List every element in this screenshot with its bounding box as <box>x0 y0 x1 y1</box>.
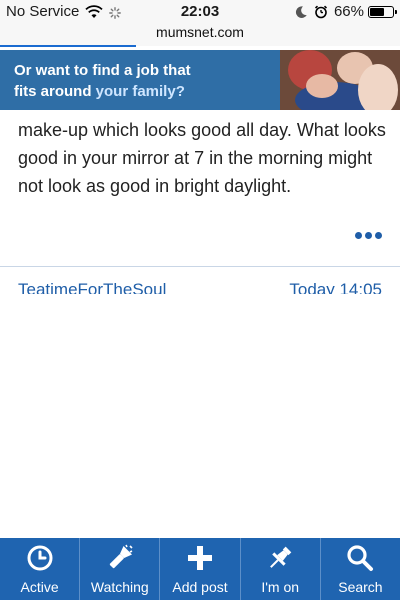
nav-add-post-button[interactable]: Add post <box>159 538 239 600</box>
battery-level-fill <box>370 7 384 16</box>
nav-im-on-button[interactable]: I'm on <box>239 538 320 600</box>
dot <box>375 232 382 239</box>
ad-line-2: fits around your family? <box>14 81 264 102</box>
nav-label: I'm on <box>261 579 300 595</box>
dot <box>365 232 372 239</box>
nav-active-button[interactable]: Active <box>0 538 79 600</box>
pin-icon <box>270 546 292 568</box>
nav-label: Active <box>20 579 59 595</box>
ad-family-photo <box>260 50 400 110</box>
bottom-nav-bar: Active Watching Add post I'm on Search <box>0 538 400 600</box>
post-divider <box>0 266 400 267</box>
battery-percent: 66% <box>333 3 364 20</box>
url-text: mumsnet.com <box>156 24 244 40</box>
job-ad-banner[interactable]: Or want to find a job that fits around y… <box>0 50 400 110</box>
nav-search-button[interactable]: Search <box>319 538 400 600</box>
flashlight-icon <box>109 544 133 569</box>
nav-label: Add post <box>172 579 228 595</box>
ad-line-1: Or want to find a job that <box>14 62 191 79</box>
nav-watching-button[interactable]: Watching <box>79 538 159 600</box>
status-bar: No Service 22:03 66% <box>0 0 400 24</box>
search-icon <box>347 545 374 571</box>
post-body-text: make-up which looks good all day. What l… <box>18 120 386 196</box>
battery-icon <box>368 5 397 18</box>
more-options-icon[interactable] <box>355 232 382 239</box>
page-load-progress-bar <box>0 45 136 47</box>
nav-label: Search <box>338 579 383 595</box>
ad-line-2-prefix: fits around <box>14 83 96 100</box>
ad-line-2-highlight: your family? <box>95 83 185 100</box>
battery-tip <box>395 9 397 14</box>
nav-label: Watching <box>90 579 149 595</box>
ad-text: Or want to find a job that fits around y… <box>14 60 264 102</box>
alarm-icon <box>314 5 328 19</box>
status-right: 66% <box>294 3 397 20</box>
clock-icon <box>27 545 53 571</box>
browser-url-bar[interactable]: mumsnet.com <box>0 24 400 46</box>
dot <box>355 232 362 239</box>
next-post-header: TeatimeForTheSoul Today 14:05 <box>18 280 382 294</box>
moon-icon <box>294 5 308 19</box>
post-timestamp: Today 14:05 <box>289 280 382 294</box>
post-username-link[interactable]: TeatimeForTheSoul <box>18 280 166 294</box>
plus-icon <box>188 546 212 570</box>
